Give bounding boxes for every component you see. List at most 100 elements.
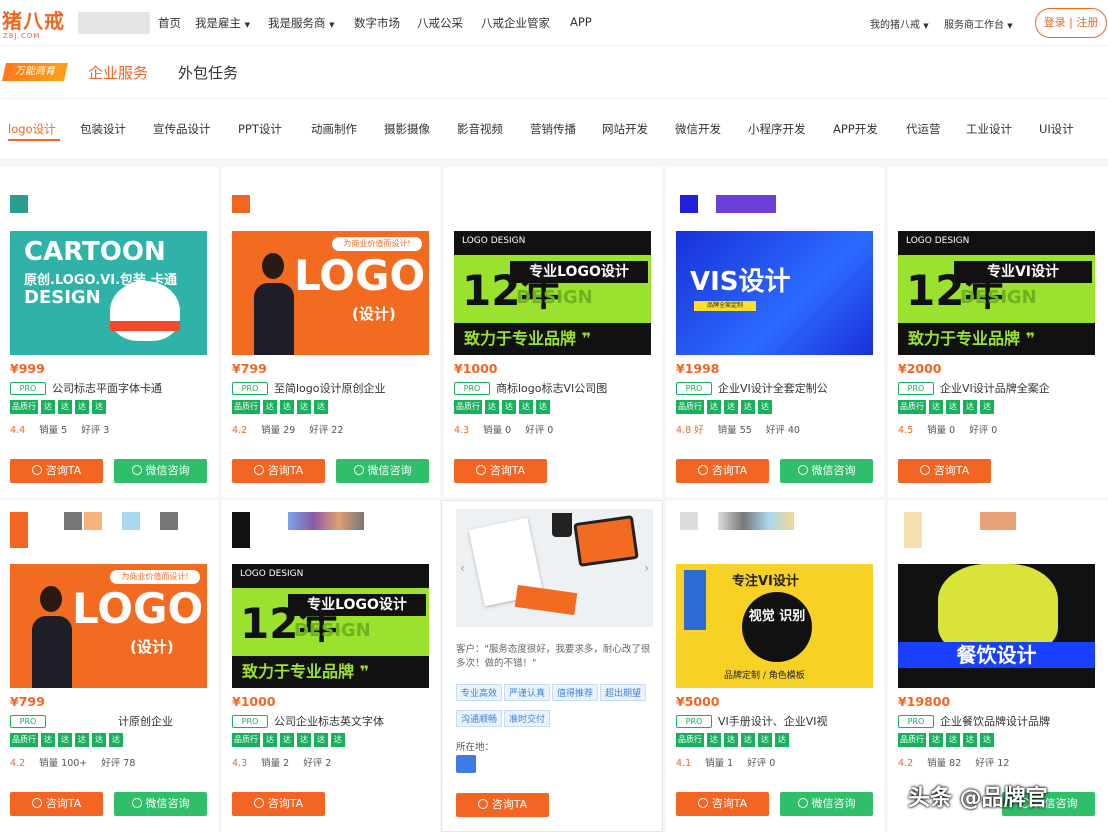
- consult-button[interactable]: 咨询TA: [232, 792, 325, 816]
- consult-button[interactable]: 咨询TA: [454, 459, 547, 483]
- service-title[interactable]: 企业VI设计品牌全案企: [940, 380, 1090, 396]
- chat-icon: [697, 798, 708, 808]
- banner-design: DESIGN: [24, 287, 101, 308]
- service-card[interactable]: LOGO DESIGN 12年 专业LOGO设计 DESIGN 致力于专业品牌 …: [444, 167, 662, 497]
- service-card[interactable]: 专注VI设计 视觉 识别 品牌定制 / 角色模板 ¥5000 PRO VI手册设…: [666, 500, 884, 832]
- category-animation[interactable]: 动画制作: [311, 121, 357, 137]
- tag: 达: [980, 733, 994, 747]
- category-app[interactable]: APP开发: [833, 121, 878, 137]
- product-banner[interactable]: 餐饮设计: [898, 564, 1095, 688]
- service-title[interactable]: 企业餐饮品牌设计品牌: [940, 713, 1090, 729]
- category-video[interactable]: 影音视频: [457, 121, 503, 137]
- consult-button[interactable]: 咨询TA: [232, 459, 325, 483]
- nav-enterprise[interactable]: 八戒企业管家: [481, 15, 550, 31]
- shop-swatch: [980, 512, 1016, 530]
- category-photo[interactable]: 摄影摄像: [384, 121, 430, 137]
- category-miniapp[interactable]: 小程序开发: [748, 121, 806, 137]
- service-card[interactable]: LOGO DESIGN 12年 专业VI设计 DESIGN 致力于专业品牌 ❞ …: [888, 167, 1108, 497]
- consult-button[interactable]: 咨询TA: [676, 792, 769, 816]
- tag-row: 品质行达达达达: [454, 400, 553, 414]
- tab-enterprise-service[interactable]: 企业服务: [88, 62, 148, 83]
- tag: 达: [536, 400, 550, 414]
- service-title[interactable]: 至简logo设计原创企业: [274, 380, 424, 396]
- category-marketing[interactable]: 营销传播: [530, 121, 576, 137]
- shop-swatch: [64, 512, 82, 530]
- price: ¥1000: [232, 694, 276, 709]
- product-banner[interactable]: 为商业价值而设计! LOGO (设计): [232, 231, 429, 355]
- sales-value: 1: [727, 758, 734, 769]
- quality-tag: 专业高效: [456, 684, 503, 701]
- sales-label: 销量: [39, 758, 59, 769]
- nav-employer[interactable]: 我是雇主 ▼: [195, 15, 250, 31]
- service-card[interactable]: CARTOON 原创.LOGO.VI.包装.卡通 DESIGN ¥999 PRO…: [0, 167, 218, 497]
- tag: 达: [946, 733, 960, 747]
- category-logo[interactable]: logo设计: [8, 121, 56, 137]
- chevron-left-icon[interactable]: ‹: [460, 561, 465, 575]
- category-industrial[interactable]: 工业设计: [966, 121, 1012, 137]
- consult-button[interactable]: 咨询TA: [456, 793, 549, 817]
- reviews-label: 好评: [81, 425, 101, 436]
- category-ops[interactable]: 代运营: [906, 121, 941, 137]
- service-card[interactable]: 为商业价值而设计! LOGO (设计) ¥799 PRO 计原创企业 品质行达达…: [0, 500, 218, 832]
- chevron-right-icon[interactable]: ›: [644, 561, 649, 575]
- price: ¥799: [232, 361, 267, 376]
- tag: 达: [331, 733, 345, 747]
- service-title[interactable]: 企业VI设计全套定制公: [718, 380, 868, 396]
- tab-outsourcing[interactable]: 外包任务: [178, 62, 238, 83]
- site-logo[interactable]: 猪八戒 ZBJ.COM: [0, 5, 72, 41]
- category-ui[interactable]: UI设计: [1039, 121, 1074, 137]
- service-card-expanded[interactable]: ‹ › 客户："服务态度很好，我要求多，耐心改了很多次！做的不错！" 专业高效严…: [441, 500, 663, 832]
- consult-button[interactable]: 咨询TA: [10, 792, 103, 816]
- nav-home[interactable]: 首页: [158, 15, 181, 31]
- service-card[interactable]: LOGO DESIGN 12年 专业LOGO设计 DESIGN 致力于专业品牌 …: [222, 500, 440, 832]
- service-title[interactable]: VI手册设计、企业VI视: [718, 713, 868, 729]
- consult-button[interactable]: 咨询TA: [10, 459, 103, 483]
- product-banner[interactable]: 专注VI设计 视觉 识别 品牌定制 / 角色模板: [676, 564, 873, 688]
- wechat-consult-button[interactable]: 微信咨询: [114, 792, 207, 816]
- nav-procurement[interactable]: 八戒公采: [417, 15, 463, 31]
- category-wechat[interactable]: 微信开发: [675, 121, 721, 137]
- sales-label: 销量: [717, 425, 737, 436]
- service-title[interactable]: 公司企业标志英文字体: [274, 713, 424, 729]
- blurred-location[interactable]: [78, 12, 150, 34]
- product-banner[interactable]: LOGO DESIGN 12年 专业LOGO设计 DESIGN 致力于专业品牌 …: [232, 564, 429, 688]
- consult-button[interactable]: 咨询TA: [898, 459, 991, 483]
- wechat-consult-button[interactable]: 微信咨询: [114, 459, 207, 483]
- reviews-label: 好评: [969, 425, 989, 436]
- service-title[interactable]: 计原创企业: [118, 713, 208, 729]
- pro-badge: PRO: [676, 382, 712, 395]
- product-banner[interactable]: CARTOON 原创.LOGO.VI.包装.卡通 DESIGN: [10, 231, 207, 355]
- tag-quality: 品质行: [898, 733, 926, 747]
- tag-quality: 品质行: [676, 733, 704, 747]
- tag-row: 品质行达达达达达: [10, 733, 126, 747]
- product-banner[interactable]: LOGO DESIGN 12年 专业LOGO设计 DESIGN 致力于专业品牌 …: [454, 231, 651, 355]
- category-web[interactable]: 网站开发: [602, 121, 648, 137]
- nav-my-zbj[interactable]: 我的猪八戒 ▼: [870, 16, 929, 31]
- service-card[interactable]: 为商业价值而设计! LOGO (设计) ¥799 PRO 至简logo设计原创企…: [222, 167, 440, 497]
- product-banner[interactable]: LOGO DESIGN 12年 专业VI设计 DESIGN 致力于专业品牌 ❞: [898, 231, 1095, 355]
- category-ppt[interactable]: PPT设计: [238, 121, 282, 137]
- tag-quality: 品质行: [898, 400, 926, 414]
- wechat-consult-button[interactable]: 微信咨询: [780, 792, 873, 816]
- product-banner[interactable]: VIS设计 品牌全案定制: [676, 231, 873, 355]
- wechat-consult-button[interactable]: 微信咨询: [780, 459, 873, 483]
- nav-provider[interactable]: 我是服务商 ▼: [268, 15, 335, 31]
- product-gallery[interactable]: ‹ ›: [456, 509, 653, 627]
- reviews-value: 0: [547, 425, 554, 436]
- nav-digital-market[interactable]: 数字市场: [354, 15, 400, 31]
- service-card[interactable]: VIS设计 品牌全案定制 ¥1998 PRO 企业VI设计全套定制公 品质行达达…: [666, 167, 884, 497]
- consult-label: 咨询TA: [491, 798, 528, 811]
- category-promo[interactable]: 宣传品设计: [153, 121, 211, 137]
- nav-app[interactable]: APP: [570, 15, 592, 29]
- consult-label: 咨询TA: [489, 464, 526, 477]
- wechat-icon: [131, 798, 142, 808]
- reviews-value: 40: [787, 425, 800, 436]
- category-packaging[interactable]: 包装设计: [80, 121, 126, 137]
- product-banner[interactable]: 为商业价值而设计! LOGO (设计): [10, 564, 207, 688]
- login-register-button[interactable]: 登录 | 注册: [1035, 8, 1107, 38]
- wechat-consult-button[interactable]: 微信咨询: [336, 459, 429, 483]
- nav-workbench[interactable]: 服务商工作台 ▼: [944, 16, 1013, 31]
- service-title[interactable]: 公司标志平面字体卡通: [52, 380, 202, 396]
- consult-button[interactable]: 咨询TA: [676, 459, 769, 483]
- service-title[interactable]: 商标logo标志VI公司图: [496, 380, 646, 396]
